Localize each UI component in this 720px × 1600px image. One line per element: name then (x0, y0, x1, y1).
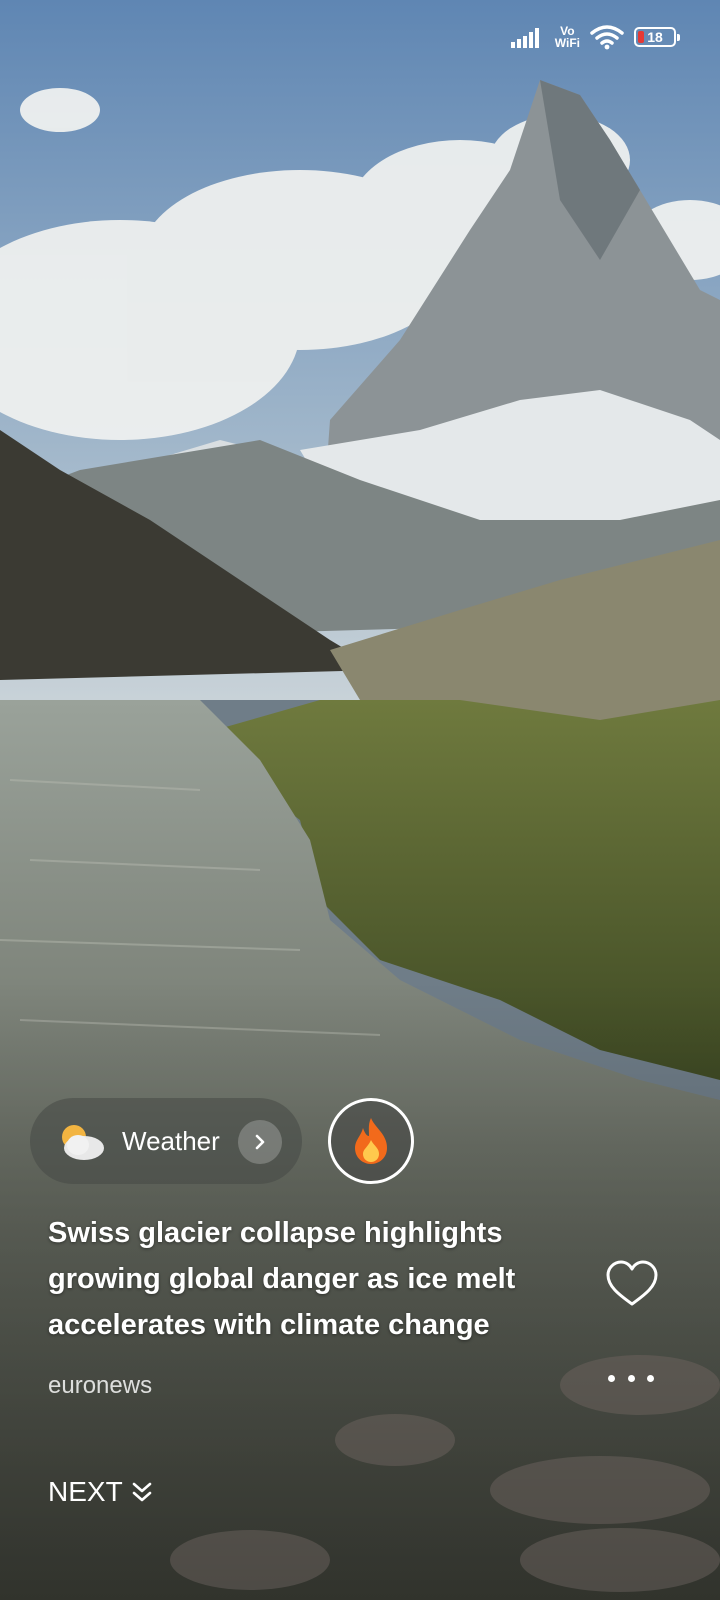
vowifi-text: WiFi (554, 36, 580, 50)
battery-level-fill (638, 31, 644, 43)
news-source: euronews (48, 1372, 153, 1399)
battery-percentage: 18 (647, 29, 663, 45)
weather-open-button[interactable] (238, 1120, 282, 1164)
more-options-button[interactable] (608, 1368, 654, 1388)
double-chevron-down-icon (132, 1482, 151, 1502)
signal-icon (510, 28, 539, 48)
next-button[interactable]: NEXT (48, 1476, 153, 1508)
next-label: NEXT (48, 1476, 123, 1507)
battery-indicator: 18 (634, 27, 680, 47)
partly-cloudy-icon (62, 1125, 104, 1160)
weather-label: Weather (122, 1125, 220, 1156)
fire-icon (355, 1118, 387, 1164)
chevron-right-icon (255, 1134, 265, 1150)
wifi-icon (590, 25, 624, 50)
heart-icon[interactable] (604, 1258, 660, 1310)
vowifi-indicator: Vo WiFi (555, 25, 580, 49)
trending-chip[interactable] (328, 1098, 414, 1184)
more-dot (647, 1374, 654, 1382)
news-headline[interactable]: Swiss glacier collapse highlights growin… (48, 1210, 568, 1348)
more-dot (608, 1374, 615, 1382)
more-dot (627, 1374, 635, 1382)
status-bar: Vo WiFi 18 (510, 22, 680, 52)
weather-chip[interactable]: Weather (30, 1098, 302, 1184)
